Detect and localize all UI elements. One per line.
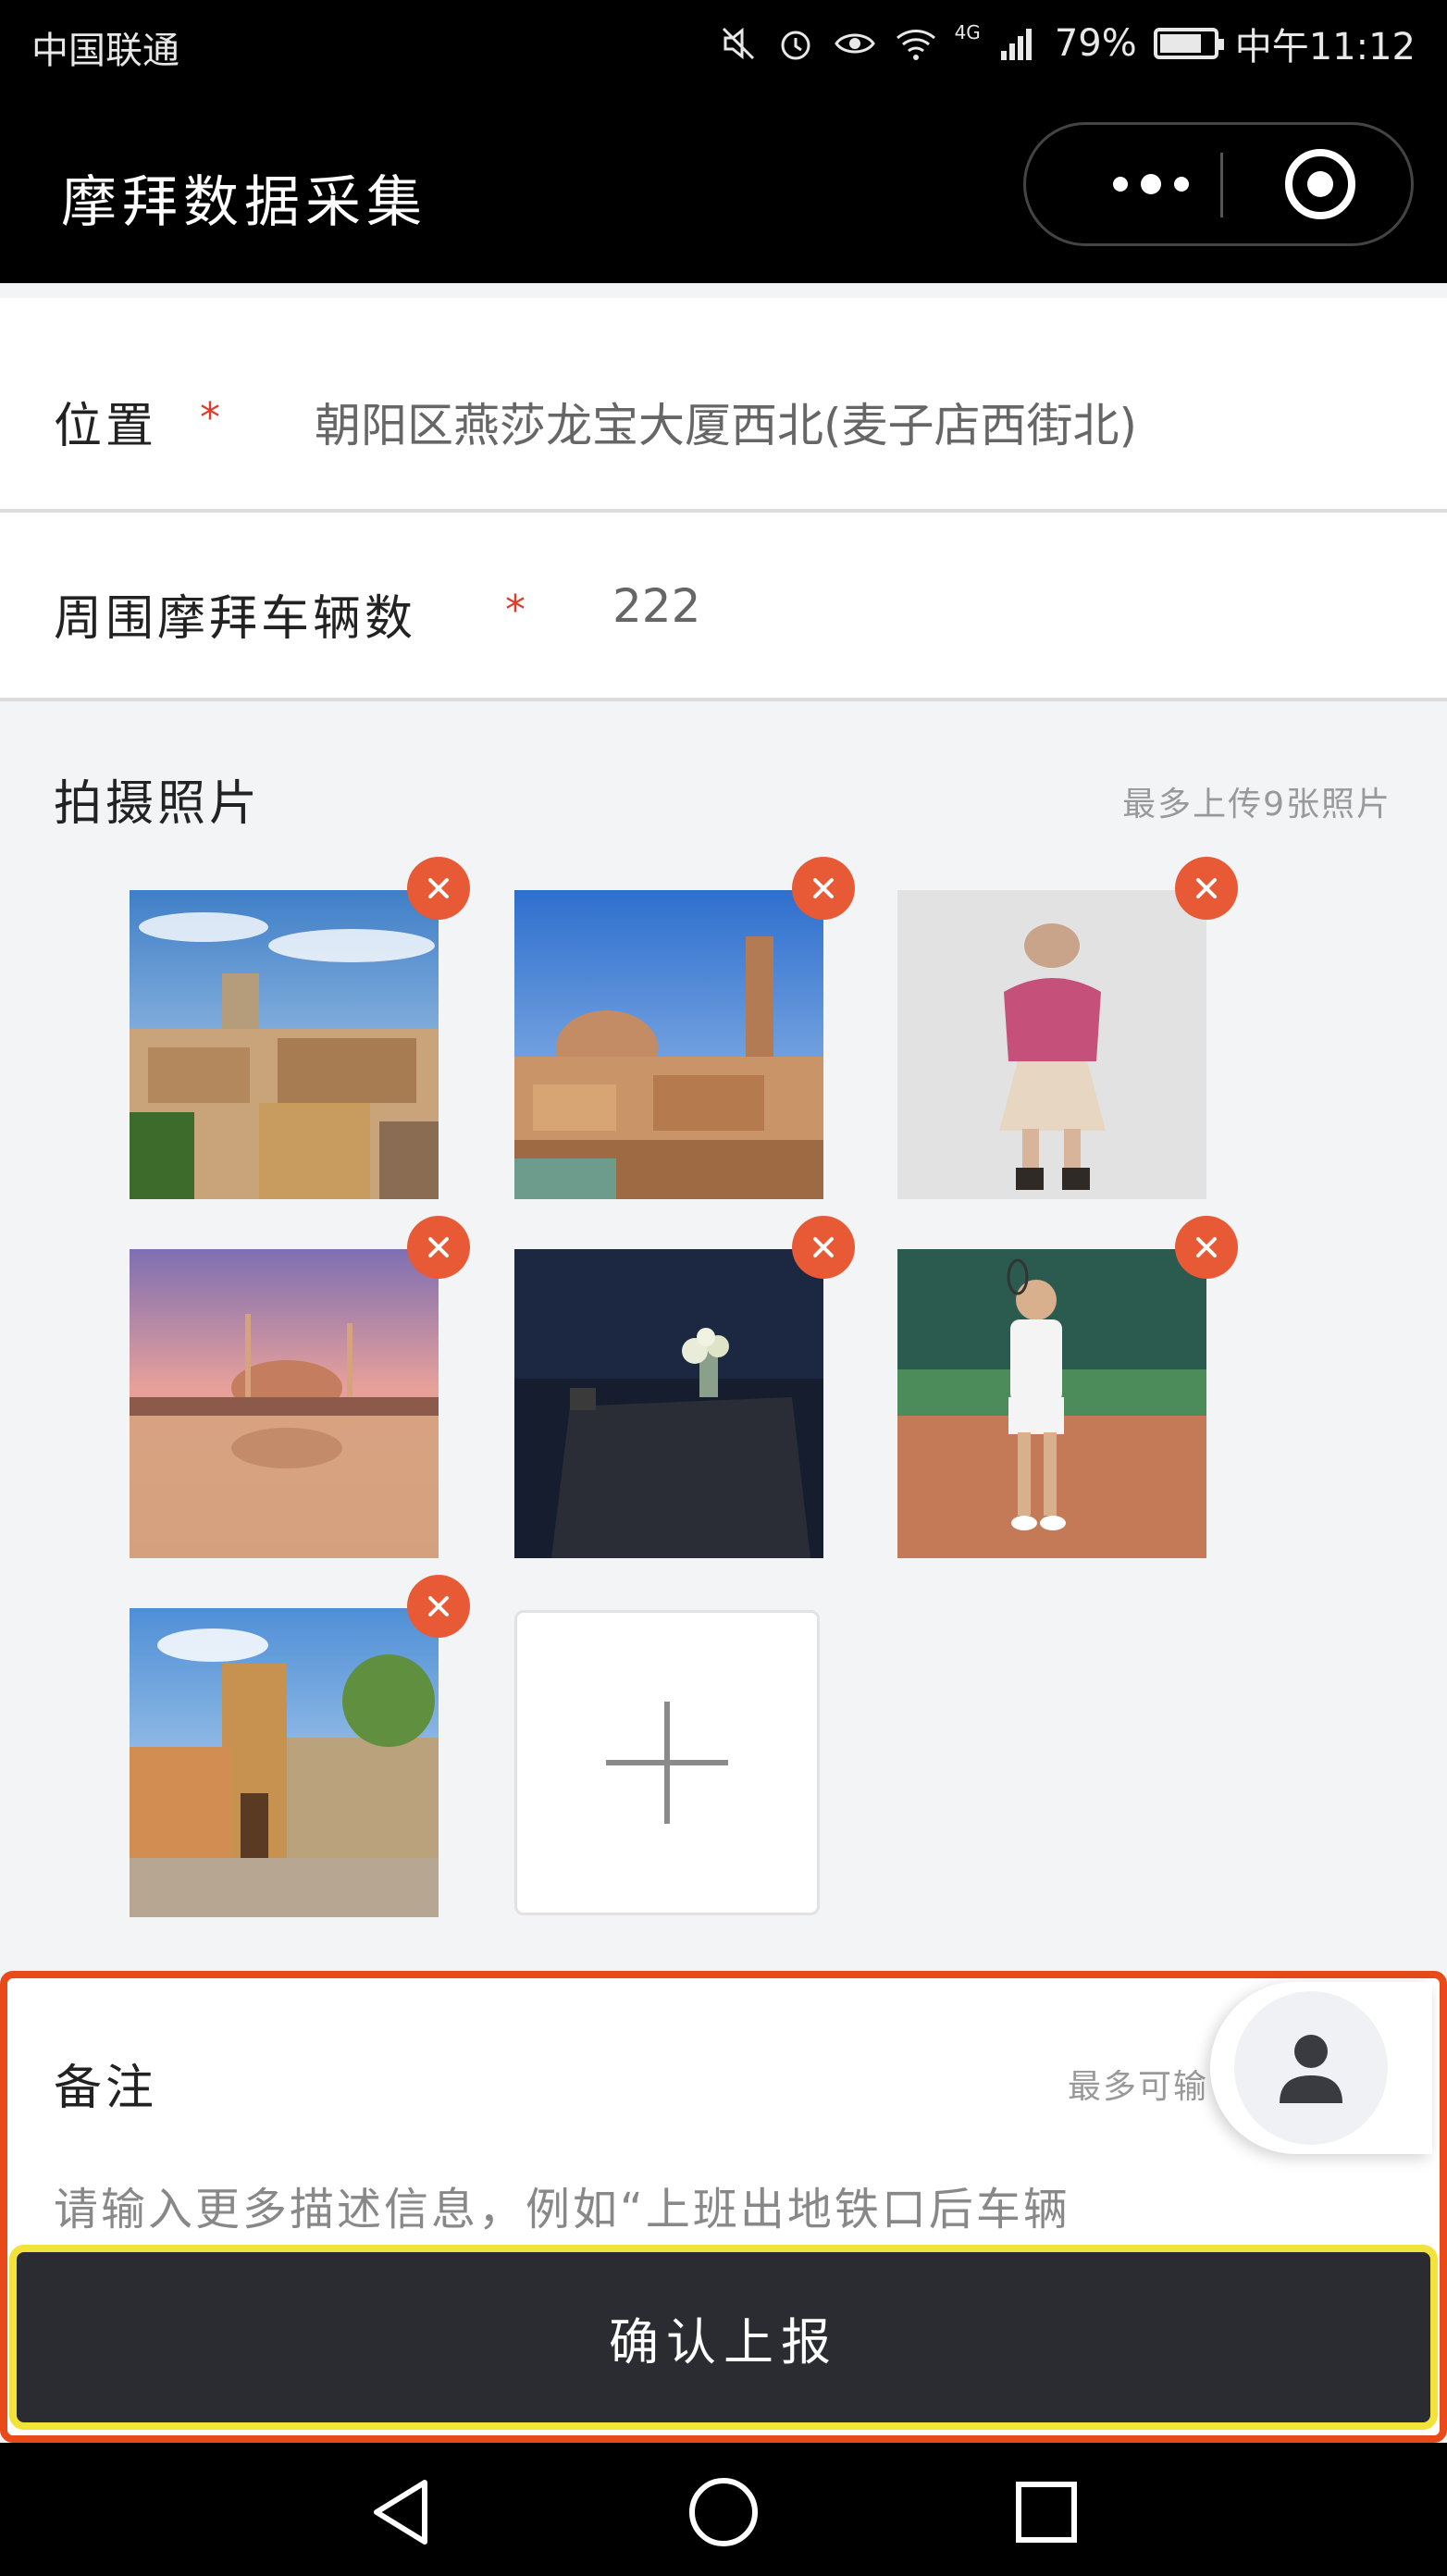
delete-photo-button[interactable] <box>1175 1216 1238 1279</box>
bike-count-row: 周围摩拜车辆数 * 222 <box>0 513 1447 701</box>
photos-hint: 最多上传9张照片 <box>1122 786 1391 824</box>
photo-thumbnail[interactable] <box>130 1249 439 1558</box>
more-dot <box>1174 177 1189 192</box>
status-icons: 4G 79% 中午11:12 <box>718 17 1416 70</box>
notes-textarea[interactable]: 请输入更多描述信息，例如“上班出地铁口后车辆 <box>54 2173 1070 2237</box>
battery-percent: 79% <box>1054 22 1137 65</box>
required-mark: * <box>505 587 526 634</box>
wifi-icon <box>894 23 938 64</box>
more-dot <box>1141 174 1161 194</box>
more-button[interactable] <box>1082 125 1220 243</box>
user-icon <box>1280 2035 1342 2103</box>
plus-icon <box>606 1702 728 1824</box>
delete-photo-button[interactable] <box>407 1216 470 1279</box>
more-dot <box>1113 177 1128 192</box>
customer-service-button[interactable] <box>1210 1982 1432 2154</box>
battery-level-fill <box>1159 34 1201 53</box>
delete-photo-button[interactable] <box>792 1216 855 1279</box>
photo-thumbnail[interactable] <box>130 1608 439 1917</box>
delete-photo-button[interactable] <box>792 857 855 920</box>
close-icon <box>813 878 834 898</box>
eye-icon <box>833 23 877 64</box>
back-icon[interactable] <box>359 2471 442 2554</box>
location-label: 位置 <box>54 399 158 454</box>
home-icon[interactable] <box>682 2471 765 2554</box>
location-value[interactable]: 朝阳区燕莎龙宝大厦西北(麦子店西街北) <box>315 389 1137 455</box>
bike-count-input[interactable]: 222 <box>612 579 700 633</box>
photos-title: 拍摄照片 <box>54 776 262 832</box>
photo-thumbnail[interactable] <box>130 890 439 1199</box>
clock: 中午11:12 <box>1234 26 1416 68</box>
capsule-divider <box>1220 153 1223 217</box>
mini-program-capsule <box>1023 122 1414 246</box>
close-icon <box>1196 1237 1217 1257</box>
delete-photo-button[interactable] <box>407 857 470 920</box>
close-icon <box>428 1237 449 1257</box>
fab-circle <box>1234 1991 1388 2145</box>
close-icon <box>813 1237 834 1257</box>
page-title: 摩拜数据采集 <box>61 170 427 235</box>
photo-thumbnail[interactable] <box>897 1249 1206 1558</box>
delete-photo-button[interactable] <box>1175 857 1238 920</box>
close-icon <box>428 878 449 898</box>
add-photo-button[interactable] <box>514 1610 820 1915</box>
carrier-label: 中国联通 <box>31 30 179 72</box>
app-header: 摩拜数据采集 <box>0 85 1447 283</box>
required-mark: * <box>200 394 220 441</box>
bike-count-label: 周围摩拜车辆数 <box>54 591 417 647</box>
photo-thumbnail[interactable] <box>897 890 1206 1199</box>
battery-icon <box>1153 28 1224 59</box>
photo-thumbnail[interactable] <box>514 890 823 1199</box>
close-target-icon[interactable] <box>1265 125 1376 243</box>
mute-icon <box>718 23 759 64</box>
confirm-submit-button[interactable]: 确认上报 <box>9 2245 1438 2430</box>
location-row[interactable]: 位置 * 朝阳区燕莎龙宝大厦西北(麦子店西街北) <box>0 298 1447 513</box>
network-type: 4G <box>954 21 981 43</box>
photo-thumbnail[interactable] <box>514 1249 823 1558</box>
signal-icon <box>997 23 1038 64</box>
android-nav-bar <box>0 2443 1447 2576</box>
close-icon <box>428 1596 449 1616</box>
recents-icon[interactable] <box>1005 2471 1088 2554</box>
delete-photo-button[interactable] <box>407 1575 470 1638</box>
notes-hint: 最多可输 <box>1068 2068 1206 2106</box>
status-bar: 中国联通 4G 79% 中午11:12 <box>0 0 1447 85</box>
alarm-icon <box>775 23 816 64</box>
close-icon <box>1196 878 1217 898</box>
notes-title: 备注 <box>54 2061 158 2116</box>
